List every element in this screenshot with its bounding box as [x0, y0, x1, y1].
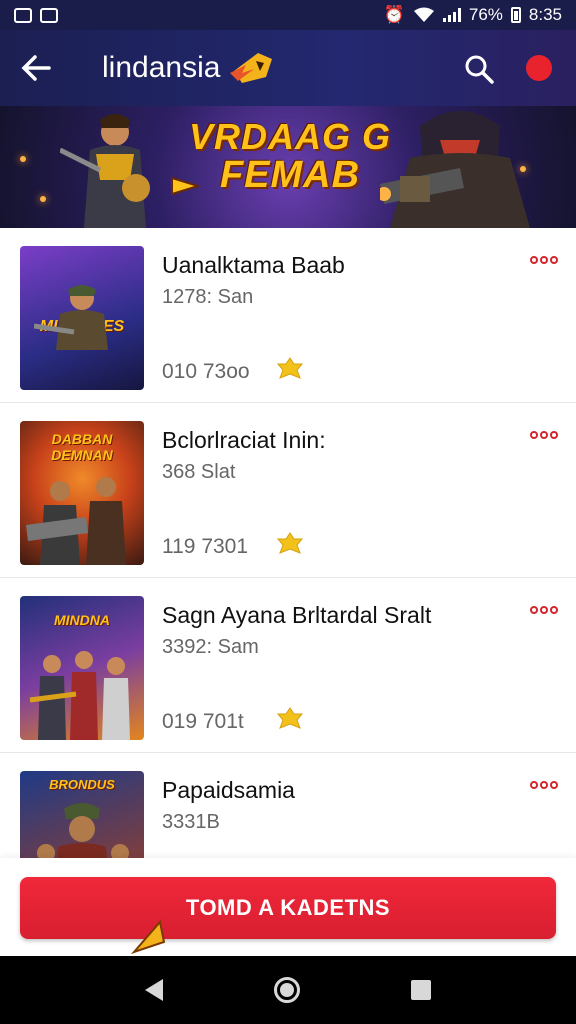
hero-character-right	[380, 111, 530, 228]
game-subtitle: 3392: Sam	[162, 636, 259, 658]
game-thumbnail: DABBAN DEMNAN	[20, 421, 144, 565]
primary-action-button[interactable]: TOMD A KADETNS	[20, 877, 556, 939]
red-dot-icon[interactable]	[526, 55, 552, 81]
banner-headline: VRDAAG G FEMAB	[180, 116, 400, 197]
status-bar: ⏰ 76% 8:35	[0, 0, 576, 30]
arrow-pointer-icon	[171, 176, 200, 196]
banner-line-2: FEMAB	[219, 154, 361, 196]
warrior-figure-icon	[26, 477, 126, 565]
list-item[interactable]: DABBAN DEMNAN Bclorlraciat Inin: 368 Sla…	[0, 403, 576, 578]
bottom-action-area: TOMD A KADETNS	[0, 858, 576, 956]
wifi-icon	[413, 7, 434, 22]
nav-home-icon[interactable]	[273, 977, 300, 1003]
battery-percent: 76%	[468, 5, 503, 24]
hero-figure-icon	[37, 803, 129, 858]
more-options-button[interactable]	[530, 431, 558, 439]
page-title: lindansia	[102, 51, 221, 84]
nav-back-icon[interactable]	[145, 979, 164, 1001]
game-title: Bclorlraciat Inin:	[162, 427, 326, 453]
arrow-left-icon	[21, 55, 51, 81]
lightning-badge-icon	[230, 53, 273, 83]
game-list: MIDNSCES GIAD Uanalktama Baab 1278: San …	[0, 228, 576, 858]
thumbnail-title: DABBAN DEMNAN	[51, 431, 113, 463]
more-options-button[interactable]	[530, 606, 558, 614]
list-item[interactable]: BRONDUS Papaidsamia 3331B	[0, 753, 576, 858]
game-count: 010 73oo	[162, 360, 250, 383]
game-count: 119 7301	[162, 535, 249, 558]
app-bar: lindansia	[0, 30, 576, 106]
system-nav-bar	[0, 956, 576, 1024]
nav-recents-icon[interactable]	[410, 980, 431, 1000]
game-title: Papaidsamia	[162, 777, 295, 803]
squad-figure-icon	[29, 651, 130, 740]
game-thumbnail: MINDNA	[20, 596, 144, 740]
game-title: Sagn Ayana Brltardal Sralt	[162, 602, 432, 628]
thumbnail-title: MINDNA	[54, 612, 110, 628]
list-item[interactable]: MINDNA Sagn Ayana Brltardal Sralt 3392: …	[0, 578, 576, 753]
list-item[interactable]: MIDNSCES GIAD Uanalktama Baab 1278: San …	[0, 228, 576, 403]
more-options-button[interactable]	[530, 781, 558, 789]
banner-line-1: VRDAAG G	[188, 116, 391, 157]
game-subtitle: 368 Slat	[162, 461, 236, 483]
game-thumbnail: MIDNSCES GIAD	[20, 246, 144, 390]
back-button[interactable]	[0, 30, 72, 106]
game-title: Uanalktama Baab	[162, 252, 345, 278]
coin-icon	[276, 532, 304, 554]
clock: 8:35	[528, 5, 562, 24]
battery-icon	[510, 7, 521, 23]
notification-icon	[40, 7, 58, 23]
pointer-arrow-icon	[130, 919, 166, 954]
search-icon[interactable]	[462, 52, 496, 86]
soldier-figure-icon	[34, 285, 108, 350]
alarm-icon: ⏰	[383, 5, 405, 24]
thumbnail-title: BRONDUS	[49, 777, 115, 792]
promo-banner[interactable]: VRDAAG G FEMAB	[0, 106, 576, 228]
coin-icon	[276, 707, 304, 729]
hero-character-left	[60, 114, 150, 228]
gallery-icon	[14, 7, 32, 23]
more-options-button[interactable]	[530, 256, 558, 264]
game-thumbnail: BRONDUS	[20, 771, 144, 858]
coin-icon	[276, 357, 304, 379]
game-count: 019 701t	[162, 710, 244, 733]
signal-icon	[442, 8, 461, 22]
game-subtitle: 1278: San	[162, 286, 254, 308]
game-subtitle: 3331B	[162, 811, 220, 833]
